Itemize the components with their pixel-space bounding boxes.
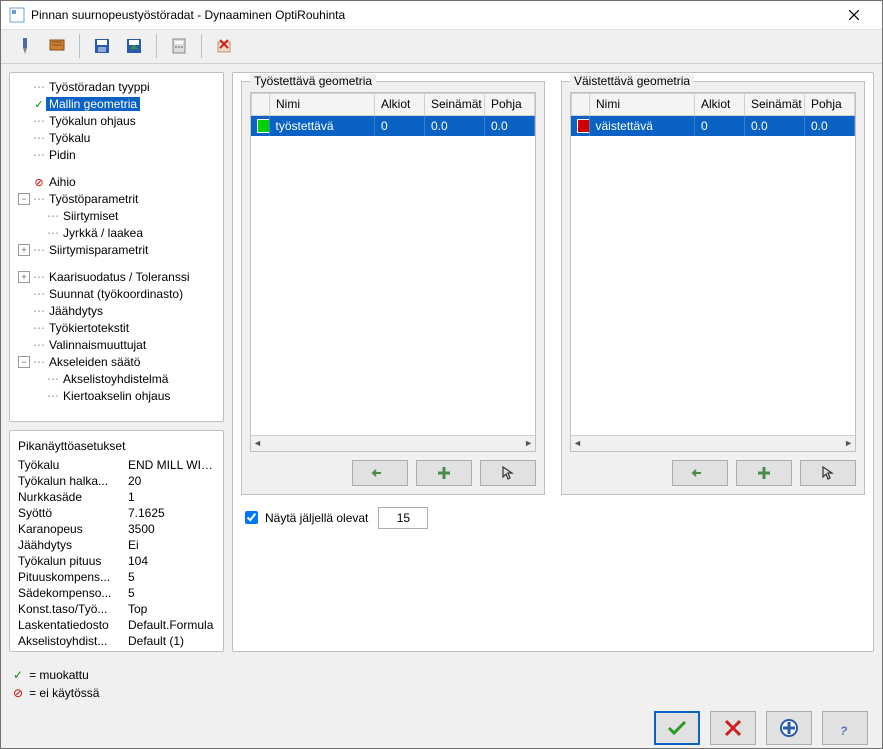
tree-item[interactable]: ⋯Työkiertotekstit — [14, 320, 219, 337]
show-remaining-checkbox[interactable]: Näytä jäljellä olevat — [241, 508, 368, 527]
quick-settings-title: Pikanäyttöasetukset — [10, 433, 223, 457]
select-button[interactable] — [800, 460, 856, 486]
quick-row: Työkalun halka...20 — [10, 473, 223, 489]
quick-settings-panel: Pikanäyttöasetukset TyökaluEND MILL WITH… — [9, 430, 224, 652]
main-panel: Työstettävä geometria Nimi Alkiot Seinäm… — [232, 72, 874, 652]
holder-icon[interactable] — [43, 32, 71, 60]
ok-button[interactable] — [654, 711, 700, 745]
group-legend: Työstettävä geometria — [250, 74, 376, 88]
tool-icon[interactable] — [11, 32, 39, 60]
body-area: ⋯Työstöradan tyyppi ✓Mallin geometria ⋯T… — [1, 64, 882, 660]
tree-item[interactable]: ⋯Työkalun ohjaus — [14, 113, 219, 130]
group-legend: Väistettävä geometria — [570, 74, 694, 88]
expand-icon[interactable]: + — [18, 271, 30, 283]
disabled-icon: ⊘ — [32, 176, 46, 189]
col-alkiot[interactable]: Alkiot — [695, 93, 745, 115]
show-remaining-input[interactable] — [378, 507, 428, 529]
expand-icon[interactable]: + — [18, 244, 30, 256]
left-column: ⋯Työstöradan tyyppi ✓Mallin geometria ⋯T… — [9, 72, 224, 652]
tree-item[interactable]: ⋯Työkalu — [14, 130, 219, 147]
quick-row: Karanopeus3500 — [10, 521, 223, 537]
check-icon: ✓ — [32, 98, 46, 111]
dialog-window: Pinnan suurnopeustyöstöradat - Dynaamine… — [0, 0, 883, 749]
footer: ? — [1, 708, 882, 748]
quick-row: Syöttö7.1625 — [10, 505, 223, 521]
col-name[interactable]: Nimi — [270, 93, 375, 115]
tree-item[interactable]: ⊘Aihio — [14, 174, 219, 191]
select-button[interactable] — [480, 460, 536, 486]
delete-icon[interactable] — [210, 32, 238, 60]
quick-row: LaskentatiedostoDefault.Formula — [10, 617, 223, 633]
tree-item-selected[interactable]: ✓Mallin geometria — [14, 96, 219, 113]
legend-modified: ✓ = muokattu — [13, 666, 870, 684]
calculator-icon[interactable] — [165, 32, 193, 60]
toolbar-separator — [201, 34, 202, 58]
horizontal-scrollbar[interactable]: ◄► — [571, 435, 855, 451]
svg-text:?: ? — [840, 724, 848, 738]
quick-row: Konst.taso/Työ...Top — [10, 601, 223, 617]
machining-geometry-grid[interactable]: Nimi Alkiot Seinämät Pohja — [250, 92, 536, 452]
window-title: Pinnan suurnopeustyöstöradat - Dynaamine… — [31, 8, 834, 22]
check-icon: ✓ — [13, 668, 23, 682]
toolbar-separator — [156, 34, 157, 58]
right-column: Työstettävä geometria Nimi Alkiot Seinäm… — [232, 72, 874, 652]
tree-item[interactable]: ⋯Suunnat (työkoordinasto) — [14, 286, 219, 303]
titlebar: Pinnan suurnopeustyöstöradat - Dynaamine… — [1, 1, 882, 30]
legend-disabled: ⊘ = ei käytössä — [13, 684, 870, 702]
add-button[interactable] — [416, 460, 472, 486]
show-remaining-row: Näytä jäljellä olevat — [241, 507, 865, 529]
col-seinamat[interactable]: Seinämät — [425, 93, 485, 115]
collapse-icon[interactable]: − — [18, 356, 30, 368]
quick-row: Sädekompenso...5 — [10, 585, 223, 601]
tree-item-child[interactable]: ⋯Siirtymiset — [14, 208, 219, 225]
save-arrow-icon[interactable] — [120, 32, 148, 60]
tree-item-expandable[interactable]: +⋯Siirtymisparametrit — [14, 242, 219, 259]
avoidance-geometry-group: Väistettävä geometria Nimi Alkiot Seinäm… — [561, 81, 865, 495]
avoidance-geometry-grid[interactable]: Nimi Alkiot Seinämät Pohja — [570, 92, 856, 452]
col-pohja[interactable]: Pohja — [485, 93, 535, 115]
regenerate-button[interactable] — [766, 711, 812, 745]
quick-row: JäähdytysEi — [10, 537, 223, 553]
collapse-icon[interactable]: − — [18, 193, 30, 205]
tree-item[interactable]: ⋯Jäähdytys — [14, 303, 219, 320]
tree-item-child[interactable]: ⋯Kiertoakselin ohjaus — [14, 388, 219, 405]
col-name[interactable]: Nimi — [590, 93, 695, 115]
table-row[interactable]: väistettävä 0 0.0 0.0 — [571, 116, 855, 136]
close-button[interactable] — [834, 1, 874, 29]
tree-item[interactable]: ⋯Työstöradan tyyppi — [14, 79, 219, 96]
quick-row: Pituuskompens...5 — [10, 569, 223, 585]
save-icon[interactable] — [88, 32, 116, 60]
tree-item[interactable]: ⋯Pidin — [14, 147, 219, 164]
tree-item-expandable[interactable]: −⋯Akseleiden säätö — [14, 354, 219, 371]
col-alkiot[interactable]: Alkiot — [375, 93, 425, 115]
tree-item-expandable[interactable]: +⋯Kaarisuodatus / Toleranssi — [14, 269, 219, 286]
toolbar-separator — [79, 34, 80, 58]
tree-item-expandable[interactable]: −⋯Työstöparametrit — [14, 191, 219, 208]
quick-row: Työkalun pituus104 — [10, 553, 223, 569]
add-button[interactable] — [736, 460, 792, 486]
app-icon — [9, 7, 25, 23]
disabled-icon: ⊘ — [13, 686, 23, 700]
col-pohja[interactable]: Pohja — [805, 93, 855, 115]
machining-geometry-group: Työstettävä geometria Nimi Alkiot Seinäm… — [241, 81, 545, 495]
geometry-row: Työstettävä geometria Nimi Alkiot Seinäm… — [241, 81, 865, 495]
tree-panel: ⋯Työstöradan tyyppi ✓Mallin geometria ⋯T… — [9, 72, 224, 422]
quick-row: TyökaluEND MILL WITH ... — [10, 457, 223, 473]
tree-item-child[interactable]: ⋯Jyrkkä / laakea — [14, 225, 219, 242]
legend-area: ✓ = muokattu ⊘ = ei käytössä — [1, 660, 882, 708]
tree-item[interactable]: ⋯Valinnaismuuttujat — [14, 337, 219, 354]
tree-item-child[interactable]: ⋯Akselistoyhdistelmä — [14, 371, 219, 388]
undo-button[interactable] — [672, 460, 728, 486]
toolbar — [1, 30, 882, 64]
undo-button[interactable] — [352, 460, 408, 486]
col-seinamat[interactable]: Seinämät — [745, 93, 805, 115]
help-button[interactable]: ? — [822, 711, 868, 745]
quick-row: Akselistoyhdist...Default (1) — [10, 633, 223, 649]
horizontal-scrollbar[interactable]: ◄► — [251, 435, 535, 451]
table-row[interactable]: työstettävä 0 0.0 0.0 — [251, 116, 535, 136]
cancel-button[interactable] — [710, 711, 756, 745]
quick-row: Nurkkasäde1 — [10, 489, 223, 505]
